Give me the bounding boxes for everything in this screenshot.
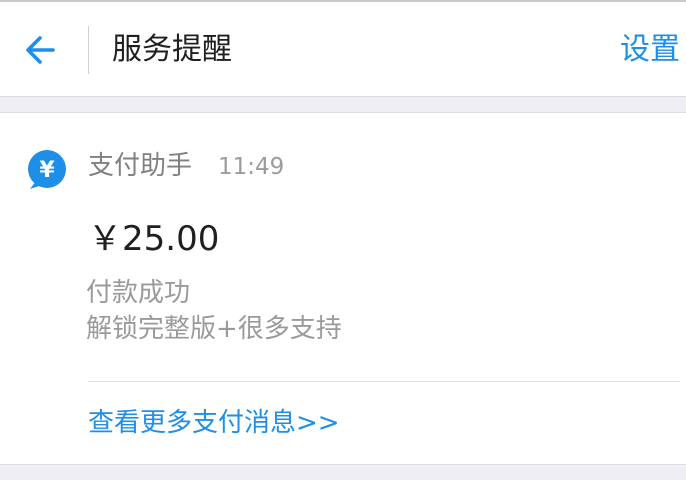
- card-divider: [88, 381, 680, 382]
- payment-amount: ￥25.00: [88, 219, 220, 259]
- avatar-glyph: ¥: [39, 158, 55, 183]
- message-time: 11:49: [218, 154, 285, 180]
- payment-detail: 解锁完整版+很多支持: [86, 314, 342, 344]
- page-title: 服务提醒: [112, 32, 232, 67]
- more-payment-messages-link[interactable]: 查看更多支付消息>>: [88, 405, 340, 441]
- back-button[interactable]: [18, 28, 62, 72]
- message-card: ¥ 支付助手 11:49 ￥25.00 付款成功 解锁完整版+很多支持 查看更多…: [0, 112, 686, 465]
- arrow-left-icon: [26, 36, 55, 64]
- nav-header: 服务提醒 设置: [0, 2, 686, 97]
- settings-button[interactable]: 设置: [620, 30, 680, 70]
- yuan-icon: ¥: [28, 150, 66, 189]
- sender-name: 支付助手: [88, 151, 193, 181]
- header-divider: [88, 26, 89, 74]
- payment-status: 付款成功: [86, 278, 191, 308]
